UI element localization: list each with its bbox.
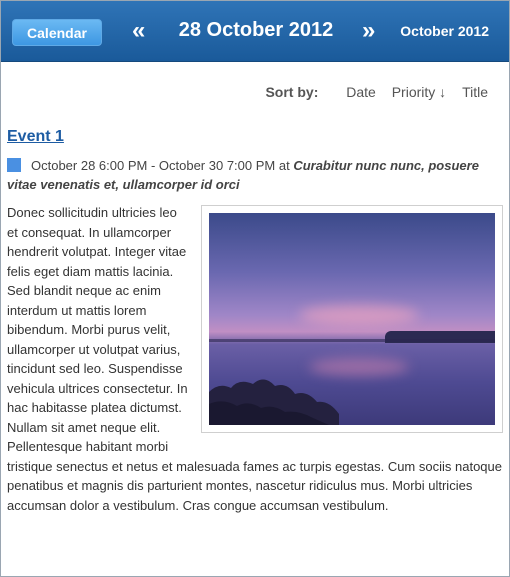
event-description-block: Donec sollicitudin ultricies leo et cons… — [7, 203, 503, 515]
calendar-header: Calendar « 28 October 2012 » October 201… — [1, 1, 509, 62]
sort-option-title[interactable]: Title — [462, 84, 488, 100]
sunset-lake-image — [209, 213, 495, 425]
category-color-icon — [7, 158, 21, 172]
sort-option-date[interactable]: Date — [346, 84, 376, 100]
previous-day-arrow-icon[interactable]: « — [132, 17, 145, 45]
event-meta: October 28 6:00 PM - October 30 7:00 PM … — [7, 156, 499, 194]
event-title-link[interactable]: Event 1 — [7, 128, 64, 146]
sort-bar: Sort by: Date Priority ↓ Title — [265, 84, 488, 100]
month-view-link[interactable]: October 2012 — [400, 23, 489, 39]
next-day-arrow-icon[interactable]: » — [362, 17, 375, 45]
current-date-title: 28 October 2012 — [178, 19, 334, 41]
event-time-range: October 28 6:00 PM - October 30 7:00 PM … — [31, 158, 294, 173]
sort-option-priority[interactable]: Priority ↓ — [392, 84, 446, 100]
calendar-button[interactable]: Calendar — [12, 19, 102, 46]
event-photo — [201, 205, 503, 433]
sort-label: Sort by: — [265, 84, 319, 100]
calendar-widget: Calendar « 28 October 2012 » October 201… — [0, 0, 510, 577]
